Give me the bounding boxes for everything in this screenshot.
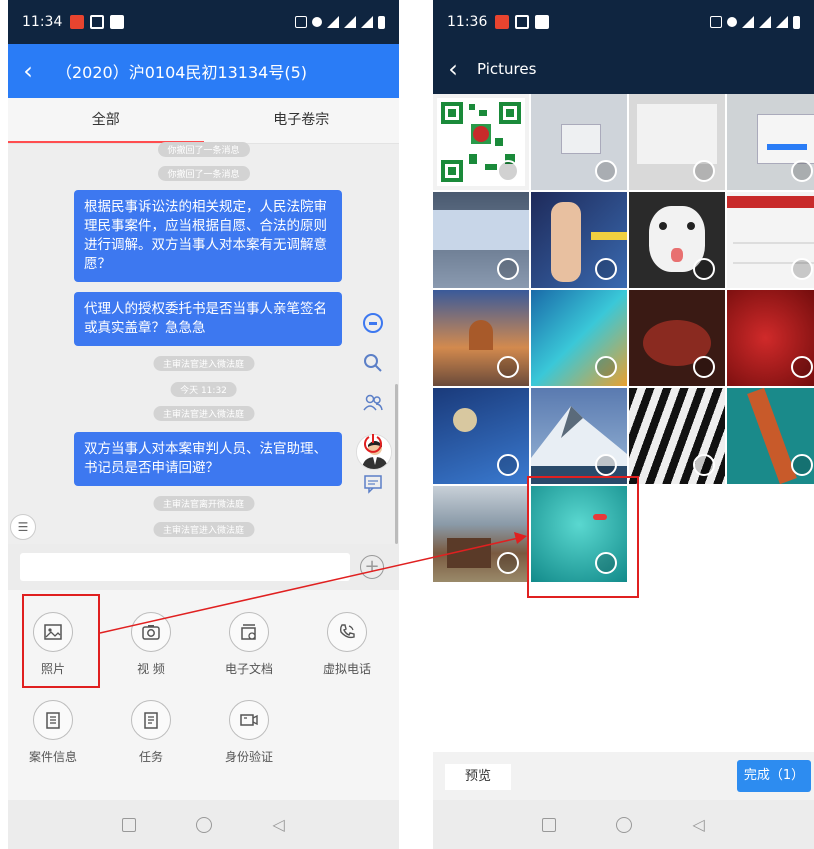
connector-arrow bbox=[99, 532, 527, 634]
